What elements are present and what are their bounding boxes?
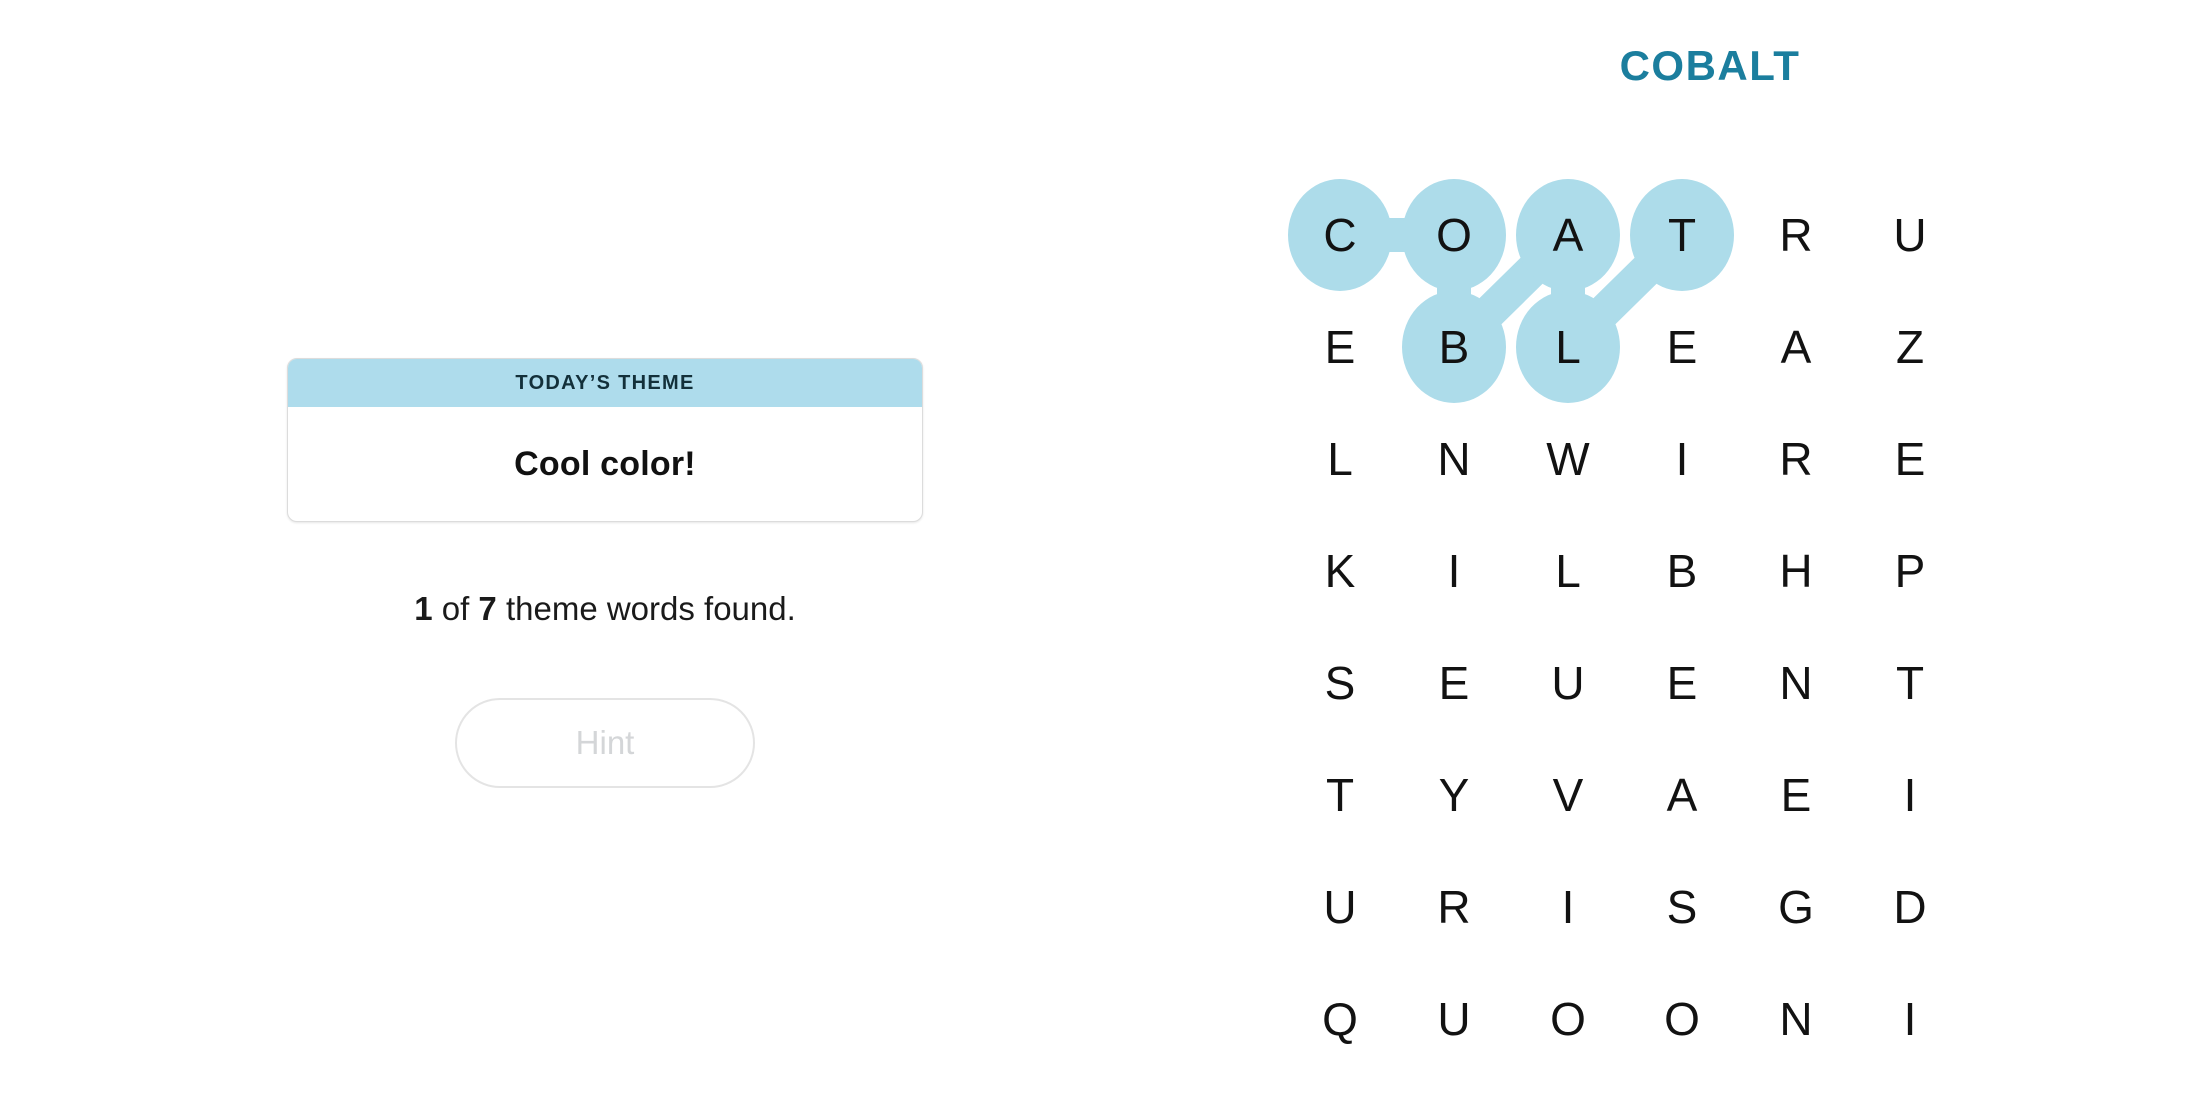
progress-total-count: 7 [478, 590, 497, 627]
grid-cell-r5-c3[interactable]: A [1630, 743, 1734, 847]
grid-cell-r2-c3[interactable]: I [1630, 407, 1734, 511]
puzzle-panel: COBALT COATRUEBLEAZLNWIREKILBHPSEUENTTYV… [1220, 0, 2200, 1100]
grid-cell-r4-c1[interactable]: E [1402, 631, 1506, 735]
grid-cell-r1-c2[interactable]: L [1516, 295, 1620, 399]
hint-button-label: Hint [575, 724, 635, 761]
theme-card-header-label: TODAY’S THEME [515, 371, 695, 394]
grid-cell-r5-c0[interactable]: T [1288, 743, 1392, 847]
grid-cell-r0-c5[interactable]: U [1858, 183, 1962, 287]
grid-cell-r6-c2[interactable]: I [1516, 855, 1620, 959]
grid-cell-r4-c0[interactable]: S [1288, 631, 1392, 735]
grid-cell-r2-c1[interactable]: N [1402, 407, 1506, 511]
grid-cell-r0-c2[interactable]: A [1516, 183, 1620, 287]
hint-button[interactable]: Hint [455, 698, 755, 788]
grid-cell-r3-c4[interactable]: H [1744, 519, 1848, 623]
grid-cell-r0-c1[interactable]: O [1402, 183, 1506, 287]
grid-cell-r6-c0[interactable]: U [1288, 855, 1392, 959]
grid-cell-r0-c0[interactable]: C [1288, 183, 1392, 287]
theme-card-body: Cool color! [288, 407, 922, 521]
grid-cell-r1-c1[interactable]: B [1402, 295, 1506, 399]
grid-cell-r5-c1[interactable]: Y [1402, 743, 1506, 847]
grid-cell-r4-c5[interactable]: T [1858, 631, 1962, 735]
grid-cell-r0-c4[interactable]: R [1744, 183, 1848, 287]
grid-cell-r7-c2[interactable]: O [1516, 967, 1620, 1071]
grid-cell-r1-c5[interactable]: Z [1858, 295, 1962, 399]
grid-cell-r4-c2[interactable]: U [1516, 631, 1620, 735]
left-panel: TODAY’S THEME Cool color! 1 of 7 theme w… [0, 0, 1220, 1100]
grid-cell-r7-c0[interactable]: Q [1288, 967, 1392, 1071]
progress-found-count: 1 [414, 590, 433, 627]
letter-grid[interactable]: COATRUEBLEAZLNWIREKILBHPSEUENTTYVAEIURIS… [1220, 0, 2200, 1100]
progress-status: 1 of 7 theme words found. [287, 590, 923, 628]
theme-card-header: TODAY’S THEME [288, 359, 922, 407]
grid-cell-r7-c5[interactable]: I [1858, 967, 1962, 1071]
grid-cell-r5-c2[interactable]: V [1516, 743, 1620, 847]
grid-cell-r5-c5[interactable]: I [1858, 743, 1962, 847]
grid-cell-r2-c0[interactable]: L [1288, 407, 1392, 511]
grid-cell-r6-c1[interactable]: R [1402, 855, 1506, 959]
grid-cell-r5-c4[interactable]: E [1744, 743, 1848, 847]
grid-cell-r2-c4[interactable]: R [1744, 407, 1848, 511]
progress-suffix-text: theme words found. [496, 590, 796, 627]
theme-card: TODAY’S THEME Cool color! [287, 358, 923, 522]
grid-cell-r1-c0[interactable]: E [1288, 295, 1392, 399]
grid-cell-r6-c5[interactable]: D [1858, 855, 1962, 959]
grid-cell-r7-c1[interactable]: U [1402, 967, 1506, 1071]
grid-cell-r1-c3[interactable]: E [1630, 295, 1734, 399]
grid-cell-r6-c3[interactable]: S [1630, 855, 1734, 959]
grid-cell-r0-c3[interactable]: T [1630, 183, 1734, 287]
grid-cell-r3-c2[interactable]: L [1516, 519, 1620, 623]
grid-cell-r6-c4[interactable]: G [1744, 855, 1848, 959]
grid-cell-r4-c3[interactable]: E [1630, 631, 1734, 735]
grid-cell-r4-c4[interactable]: N [1744, 631, 1848, 735]
theme-text: Cool color! [514, 445, 696, 483]
grid-cell-r3-c1[interactable]: I [1402, 519, 1506, 623]
grid-cell-r7-c3[interactable]: O [1630, 967, 1734, 1071]
grid-cell-r3-c5[interactable]: P [1858, 519, 1962, 623]
grid-cell-r3-c0[interactable]: K [1288, 519, 1392, 623]
grid-cell-r1-c4[interactable]: A [1744, 295, 1848, 399]
grid-cell-r2-c2[interactable]: W [1516, 407, 1620, 511]
grid-cell-r7-c4[interactable]: N [1744, 967, 1848, 1071]
grid-cell-r2-c5[interactable]: E [1858, 407, 1962, 511]
grid-cell-r3-c3[interactable]: B [1630, 519, 1734, 623]
progress-mid-text: of [432, 590, 479, 627]
